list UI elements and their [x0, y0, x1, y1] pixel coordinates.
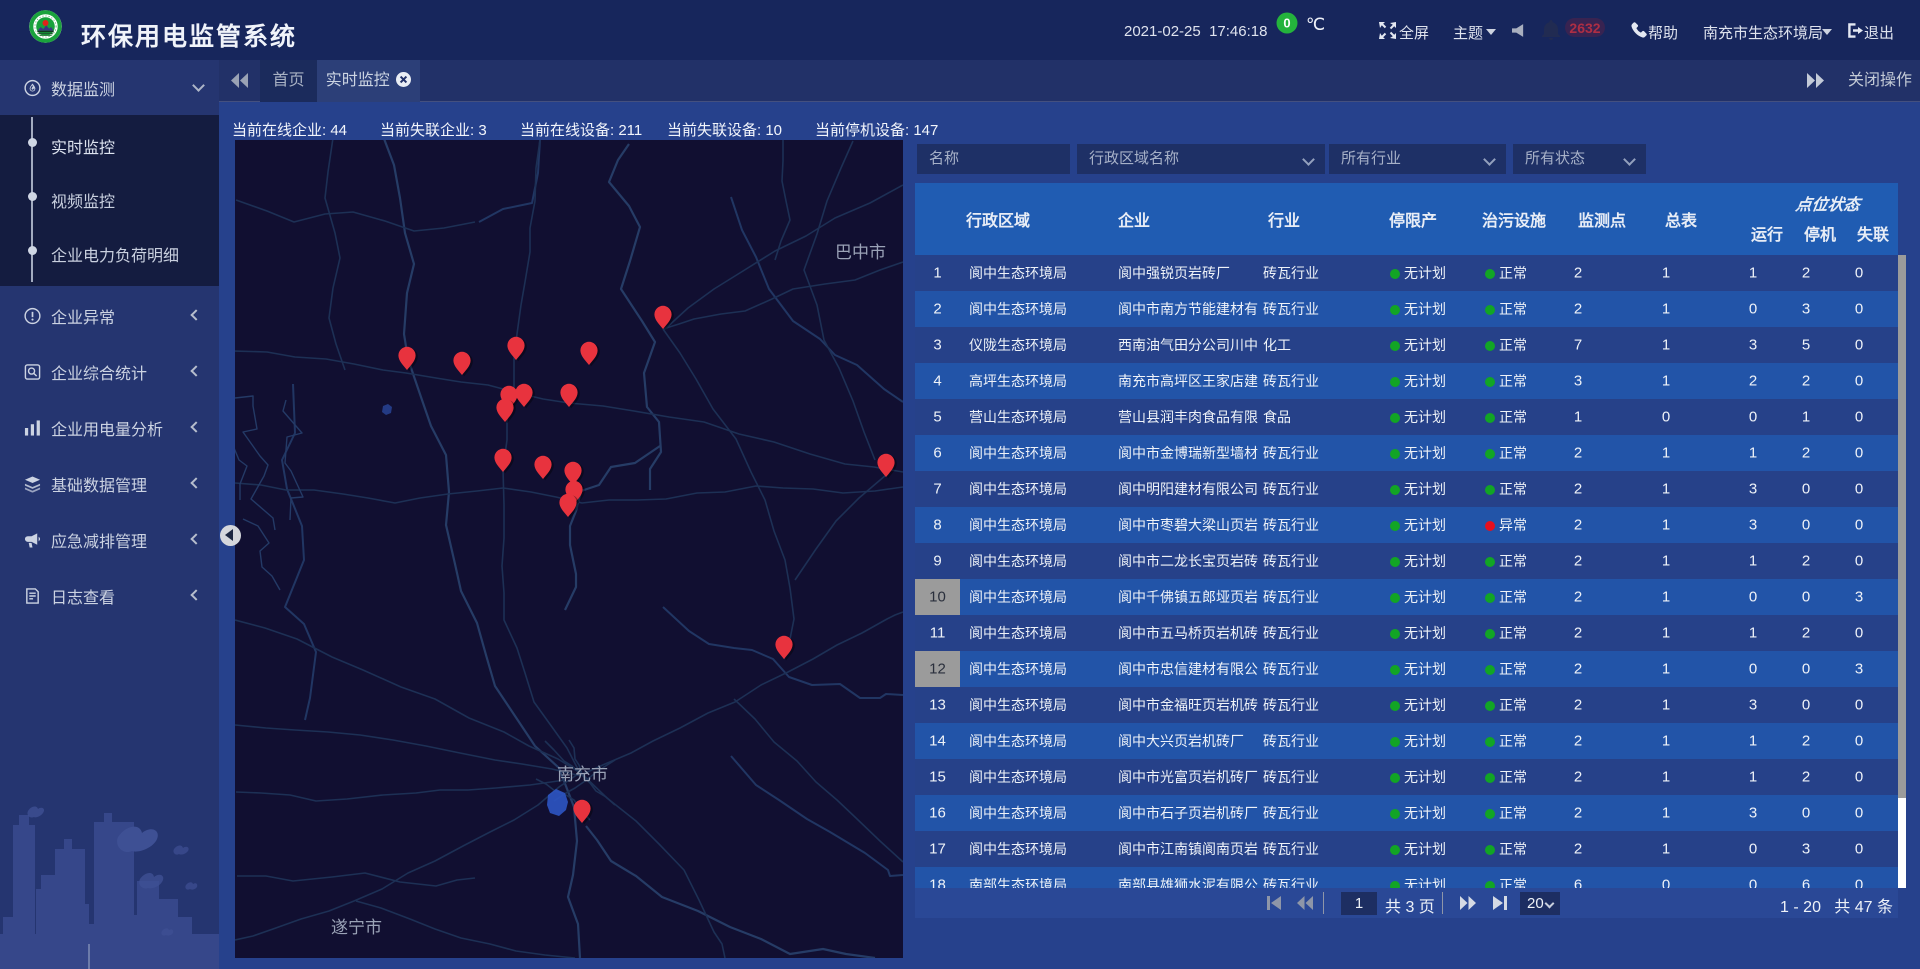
svg-text:遂宁市: 遂宁市	[331, 918, 382, 937]
svg-text:巴中市: 巴中市	[835, 243, 886, 262]
svg-text:南充市: 南充市	[557, 765, 608, 784]
svg-text:0: 0	[1283, 16, 1290, 31]
